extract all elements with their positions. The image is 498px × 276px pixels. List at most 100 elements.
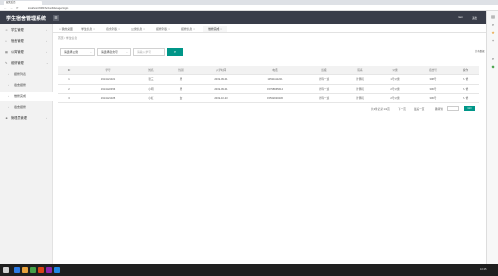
sidebar-subitem-repair-list[interactable]: › 报修列表 (0, 70, 53, 79)
cell-department: 计算机 (356, 78, 364, 82)
cell-name: 张三 (148, 78, 154, 82)
logout-link[interactable]: 退出 (472, 16, 477, 20)
chevron-left-icon: ‹ (46, 39, 47, 43)
sidebar-subitem-dorm-repair-2[interactable]: › 宿舍报修 (0, 103, 53, 112)
sidebar: ☺ 学生管理 ‹ ⌂ 宿舍管理 ‹ ▦ 公寓管理 ‹ ✎ 维修管理 ⌄ › 报修… (0, 24, 53, 264)
tab-dorms[interactable]: 宿舍列表× (103, 26, 123, 32)
app-header: 学生宿舍管理系统 ☰ root 退出 (0, 11, 486, 24)
dorm-select-value: 请选择宿舍号 (101, 50, 118, 54)
close-icon[interactable]: × (93, 28, 94, 31)
rail-star-icon[interactable]: ★ (489, 30, 497, 36)
sidebar-subitem-label: 报修列表 (14, 72, 27, 76)
chevron-left-icon: ‹ (46, 28, 47, 32)
sidebar-item-admins[interactable]: ☻ 管理员管理 ‹ (0, 114, 53, 123)
sidebar-subitem-label: 宿舍报修 (14, 105, 27, 109)
close-icon[interactable]: × (220, 28, 221, 31)
pager-next-link[interactable]: 下一页 (398, 107, 406, 111)
close-icon[interactable]: × (118, 28, 119, 31)
home-icon: ⌂ (5, 39, 7, 43)
cell-department: 计算机 (356, 87, 364, 91)
chevron-down-icon: ⌄ (46, 61, 49, 65)
table-row: 1 1914121321 张三 男 2019-09-01 13511111221… (58, 75, 479, 85)
cell-name: 小红 (148, 96, 154, 100)
url-text[interactable]: localhost:8080/SchoolManager/login (28, 7, 68, 10)
arrow-right-icon: › (8, 83, 9, 87)
menu-toggle-icon[interactable]: ☰ (53, 14, 59, 21)
edit-button[interactable]: ✎ 修 (452, 85, 479, 94)
taskbar-app-icon[interactable] (22, 267, 28, 273)
cell-gender: 男 (179, 78, 183, 82)
table-row: 2 1914122456 小明 男 2019-09-01 15798665614… (58, 85, 479, 94)
cell-gender: 女 (179, 96, 183, 100)
dorm-select[interactable]: 请选择宿舍号 ⌄ (97, 48, 131, 56)
student-id-search-input[interactable]: 请输入学号 (133, 48, 165, 56)
tab-label: 公寓信息 (131, 26, 143, 31)
cell-id: 3 (68, 96, 70, 100)
pager-page-input[interactable] (447, 106, 459, 111)
tab-label: 维修完成 (208, 26, 220, 31)
taskbar-app-icon[interactable] (46, 267, 52, 273)
col-header: 电话 (272, 69, 278, 72)
sidebar-item-apartments[interactable]: ▦ 公寓管理 ‹ (0, 48, 53, 57)
cell-phone: 15798665614 (267, 87, 283, 91)
reload-icon[interactable]: ⟳ (16, 6, 19, 10)
col-header: 宿舍号 (429, 69, 437, 72)
header-username[interactable]: root (458, 16, 462, 19)
chevron-down-icon: ⌄ (89, 51, 92, 54)
rail-grid-icon[interactable]: ▤ (489, 14, 497, 20)
col-header: 入学时间 (215, 69, 227, 72)
close-icon[interactable]: × (168, 28, 169, 31)
cell-class: 计科一班 (318, 87, 330, 91)
search-button[interactable]: ⌕ (167, 48, 183, 56)
sidebar-item-repairs[interactable]: ✎ 维修管理 ⌄ (0, 59, 53, 68)
tab-students[interactable]: 学生信息× (78, 26, 98, 32)
sidebar-item-students[interactable]: ☺ 学生管理 ‹ (0, 26, 53, 35)
taskbar-app-icon[interactable] (30, 267, 36, 273)
sidebar-subitem-dorm-repair[interactable]: › 宿舍报修 (0, 81, 53, 90)
taskbar-app-icon[interactable] (14, 267, 20, 273)
rail-add-icon[interactable]: + (489, 38, 497, 44)
table-header-row: ID 学号 姓名 性别 入学时间 电话 班级 院系 公寓 宿舍号 操作 (58, 66, 479, 76)
rail-search2-icon[interactable]: ⌕ (489, 56, 497, 62)
pager-go-button[interactable]: GO (464, 106, 475, 111)
edit-button[interactable]: ✎ 修 (452, 75, 479, 84)
tab-label: 我的桌面 (61, 26, 73, 31)
rail-tag-icon[interactable]: ◆ (489, 64, 497, 70)
tab-repair-list[interactable]: 报修列表× (153, 26, 173, 32)
taskbar-app-icon[interactable] (38, 267, 44, 273)
pager-last-link[interactable]: 最后一页 (414, 107, 424, 111)
start-icon[interactable] (3, 267, 9, 273)
tab-desktop[interactable]: ⌂ 我的桌面 (56, 26, 76, 32)
cell-name: 小明 (148, 87, 154, 91)
sidebar-item-label: 公寓管理 (11, 50, 24, 54)
taskbar-app-icon[interactable] (54, 267, 60, 273)
back-icon[interactable]: ← (4, 6, 7, 10)
chevron-left-icon: ‹ (46, 116, 47, 120)
close-icon[interactable]: × (143, 28, 144, 31)
rail-label: 共有数据 (475, 50, 485, 53)
cell-phone: 15532020236 (267, 96, 283, 100)
right-rail: ▤ ⌕ ★ + 共有数据 ⌕ ◆ (475, 11, 498, 264)
arrow-right-icon: › (8, 105, 9, 109)
apartment-select[interactable]: 请选择公寓 ⌄ (60, 48, 95, 56)
cell-room: 306号 (429, 87, 437, 91)
col-header: 学号 (105, 69, 111, 72)
forward-icon[interactable]: → (10, 6, 13, 10)
cell-apartment: 1号公寓 (390, 78, 400, 82)
edit-button[interactable]: ✎ 修 (452, 94, 479, 103)
tab-label: 宿舍列表 (106, 26, 118, 31)
tab-repair-info[interactable]: 报修信息× (178, 26, 198, 32)
col-header: 姓名 (148, 69, 154, 72)
close-icon[interactable]: × (193, 28, 194, 31)
pager-summary: 共3条记录 1/1页 (371, 108, 390, 111)
app-title: 学生宿舍管理系统 (6, 16, 47, 22)
rail-search-icon[interactable]: ⌕ (489, 22, 497, 28)
sidebar-subitem-repair-done[interactable]: › 维修完成 (0, 92, 53, 101)
tab-repair-done[interactable]: 维修完成× (203, 25, 227, 32)
tab-apartments[interactable]: 公寓信息× (128, 26, 148, 32)
sidebar-item-dorms[interactable]: ⌂ 宿舍管理 ‹ (0, 37, 53, 46)
cell-enroll-date: 2019-09-01 (214, 87, 228, 91)
os-taskbar: 10:25 (0, 264, 498, 276)
apartment-select-value: 请选择公寓 (64, 50, 78, 54)
col-header: 班级 (321, 69, 327, 72)
